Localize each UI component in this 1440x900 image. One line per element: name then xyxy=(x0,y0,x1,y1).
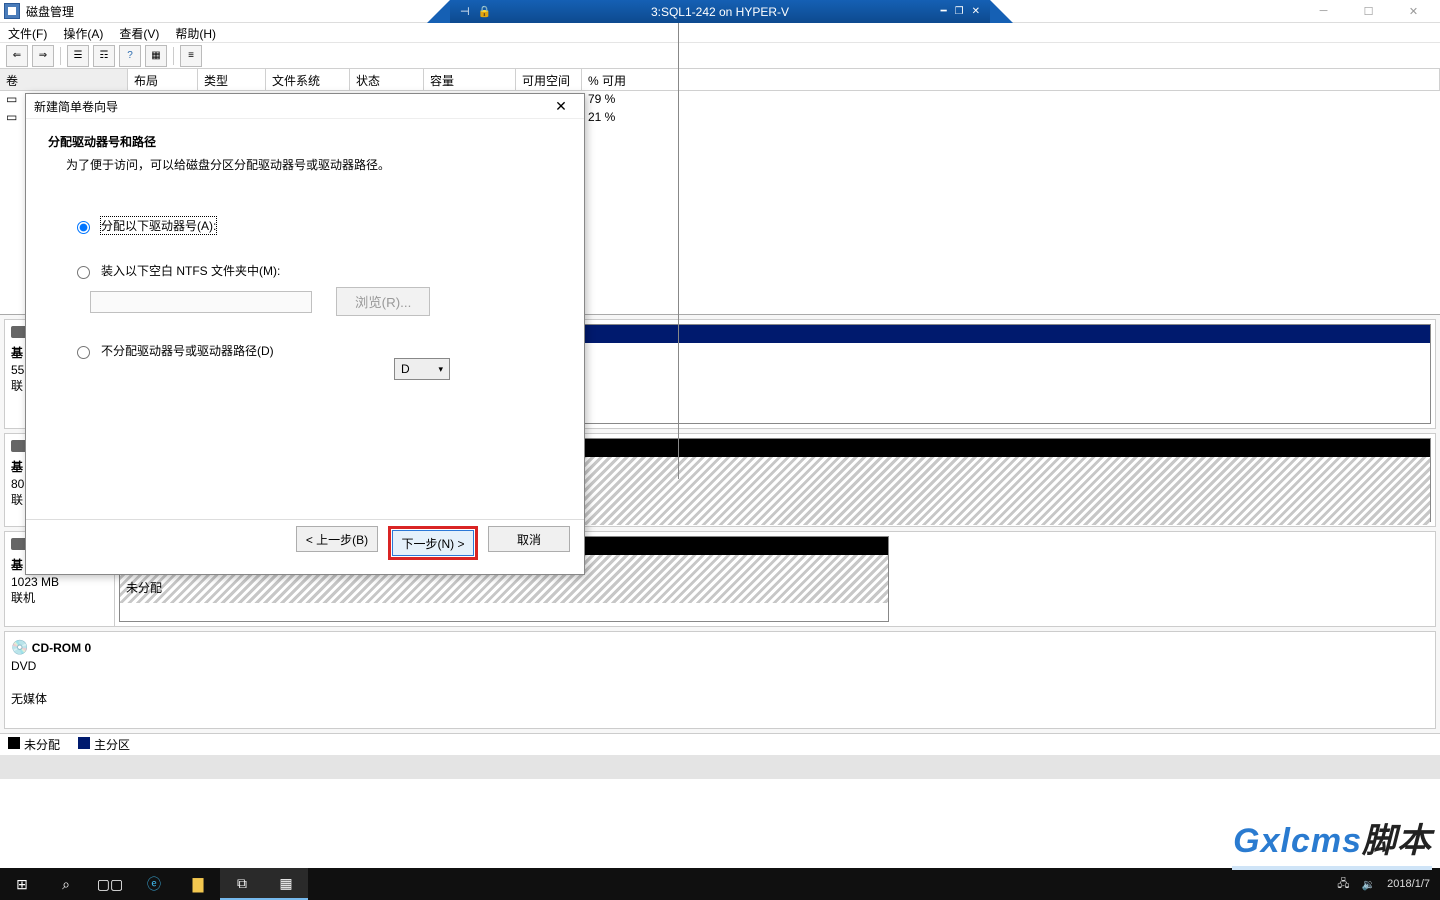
disk-mgmt-icon[interactable]: ▦ xyxy=(264,868,308,900)
explorer-icon[interactable]: ▇ xyxy=(176,868,220,900)
hyperv-connection-bar: ⊣ 🔒 3:SQL1-242 on HYPER-V ━ ❐ ✕ xyxy=(450,0,990,23)
chevron-down-icon: ▾ xyxy=(438,364,443,375)
menu-view[interactable]: 查看(V) xyxy=(119,25,159,40)
dialog-title-text: 新建简单卷向导 xyxy=(34,98,118,115)
vol-pct: 79 % xyxy=(588,92,615,108)
radio-assign-letter[interactable] xyxy=(77,221,90,234)
tb-help-icon[interactable]: ? xyxy=(119,45,141,67)
tb-view2-icon[interactable]: ☶ xyxy=(93,45,115,67)
close-button[interactable]: ✕ xyxy=(1391,0,1436,23)
legend-primary-swatch xyxy=(78,737,90,749)
dialog-description: 为了便于访问，可以给磁盘分区分配驱动器号或驱动器路径。 xyxy=(66,156,562,173)
toolbar-separator xyxy=(60,47,61,65)
cdrom-info: 💿 CD-ROM 0 DVD 无媒体 xyxy=(5,632,1435,728)
legend: 未分配 主分区 xyxy=(0,733,1440,755)
menu-action[interactable]: 操作(A) xyxy=(63,25,103,40)
radio-no-assign[interactable] xyxy=(77,346,90,359)
col-fs[interactable]: 文件系统 xyxy=(266,69,350,90)
radio-mount-folder[interactable] xyxy=(77,266,90,279)
col-volume[interactable]: 卷 xyxy=(0,69,128,90)
close-icon[interactable]: ✕ xyxy=(546,98,576,115)
tray-network-icon[interactable]: 🖧 xyxy=(1337,875,1349,894)
windows-taskbar[interactable]: ⊞ ⌕ ▢▢ ⓔ ▇ ⧉ ▦ 🖧 🔉 2018/1/7 xyxy=(0,868,1440,900)
tb-fwd-icon[interactable]: ⇒ xyxy=(32,45,54,67)
tb-list-icon[interactable]: ≡ xyxy=(180,45,202,67)
hyperv-title: 3:SQL1-242 on HYPER-V xyxy=(651,5,789,19)
browse-button: 浏览(R)... xyxy=(336,287,430,316)
col-type[interactable]: 类型 xyxy=(198,69,266,90)
tb-view1-icon[interactable]: ☰ xyxy=(67,45,89,67)
search-icon[interactable]: ⌕ xyxy=(44,868,88,900)
task-view-icon[interactable]: ▢▢ xyxy=(88,868,132,900)
dialog-titlebar[interactable]: 新建简单卷向导 ✕ xyxy=(26,94,584,118)
tray-sound-icon[interactable]: 🔉 xyxy=(1361,878,1375,891)
col-pct[interactable]: % 可用 xyxy=(582,69,1440,90)
watermark: Gxlcms脚本 xyxy=(1233,813,1432,862)
col-free[interactable]: 可用空间 xyxy=(516,69,582,90)
hv-restore-icon[interactable]: ❐ xyxy=(955,6,964,17)
col-capacity[interactable]: 容量 xyxy=(424,69,516,90)
vol-pct: 21 % xyxy=(588,110,615,126)
maximize-button[interactable]: ☐ xyxy=(1346,0,1391,23)
radio-assign-letter-label: 分配以下驱动器号(A): xyxy=(101,217,216,234)
col-status[interactable]: 状态 xyxy=(350,69,424,90)
back-button[interactable]: < 上一步(B) xyxy=(296,526,378,552)
radio-mount-folder-label: 装入以下空白 NTFS 文件夹中(M): xyxy=(101,262,280,279)
col-layout[interactable]: 布局 xyxy=(128,69,198,90)
minimize-button[interactable]: ─ xyxy=(1301,0,1346,23)
disk-row-cd[interactable]: 💿 CD-ROM 0 DVD 无媒体 xyxy=(4,631,1436,729)
watermark-underline xyxy=(1232,866,1432,870)
volume-list-header: 卷 布局 类型 文件系统 状态 容量 可用空间 % 可用 xyxy=(0,69,1440,91)
tb-props-icon[interactable]: ▦ xyxy=(145,45,167,67)
legend-unalloc-swatch xyxy=(8,737,20,749)
ie-icon[interactable]: ⓔ xyxy=(132,868,176,900)
bottom-strip xyxy=(0,755,1440,779)
next-button[interactable]: 下一步(N) > xyxy=(392,530,474,556)
app-title: 磁盘管理 xyxy=(26,3,74,20)
menu-bar: 文件(F) 操作(A) 查看(V) 帮助(H) xyxy=(0,23,1440,43)
server-manager-icon[interactable]: ⧉ xyxy=(220,868,264,900)
cd-icon: 💿 xyxy=(11,639,28,655)
app-icon xyxy=(4,3,20,19)
toolbar: ⇐ ⇒ ☰ ☶ ? ▦ ≡ xyxy=(0,43,1440,69)
menu-file[interactable]: 文件(F) xyxy=(8,25,47,40)
start-button[interactable]: ⊞ xyxy=(0,868,44,900)
hv-close-icon[interactable]: ✕ xyxy=(972,6,980,17)
dialog-section-title: 分配驱动器号和路径 xyxy=(48,133,562,150)
mount-path-input xyxy=(90,291,312,313)
drive-letter-select[interactable]: D ▾ xyxy=(394,358,450,380)
radio-no-assign-label: 不分配驱动器号或驱动器路径(D) xyxy=(101,342,274,359)
hv-minimize-icon[interactable]: ━ xyxy=(941,6,947,17)
new-volume-wizard-dialog: 新建简单卷向导 ✕ 分配驱动器号和路径 为了便于访问，可以给磁盘分区分配驱动器号… xyxy=(25,93,585,575)
toolbar-separator-2 xyxy=(173,47,174,65)
dialog-separator xyxy=(26,519,584,520)
tray-date[interactable]: 2018/1/7 xyxy=(1387,878,1430,890)
cancel-button[interactable]: 取消 xyxy=(488,526,570,552)
next-button-highlight: 下一步(N) > xyxy=(388,526,478,560)
tb-back-icon[interactable]: ⇐ xyxy=(6,45,28,67)
lock-icon[interactable]: 🔒 xyxy=(478,5,492,18)
menu-help[interactable]: 帮助(H) xyxy=(175,25,216,40)
pin-icon[interactable]: ⊣ xyxy=(460,5,470,18)
artifact-divider xyxy=(678,23,679,479)
